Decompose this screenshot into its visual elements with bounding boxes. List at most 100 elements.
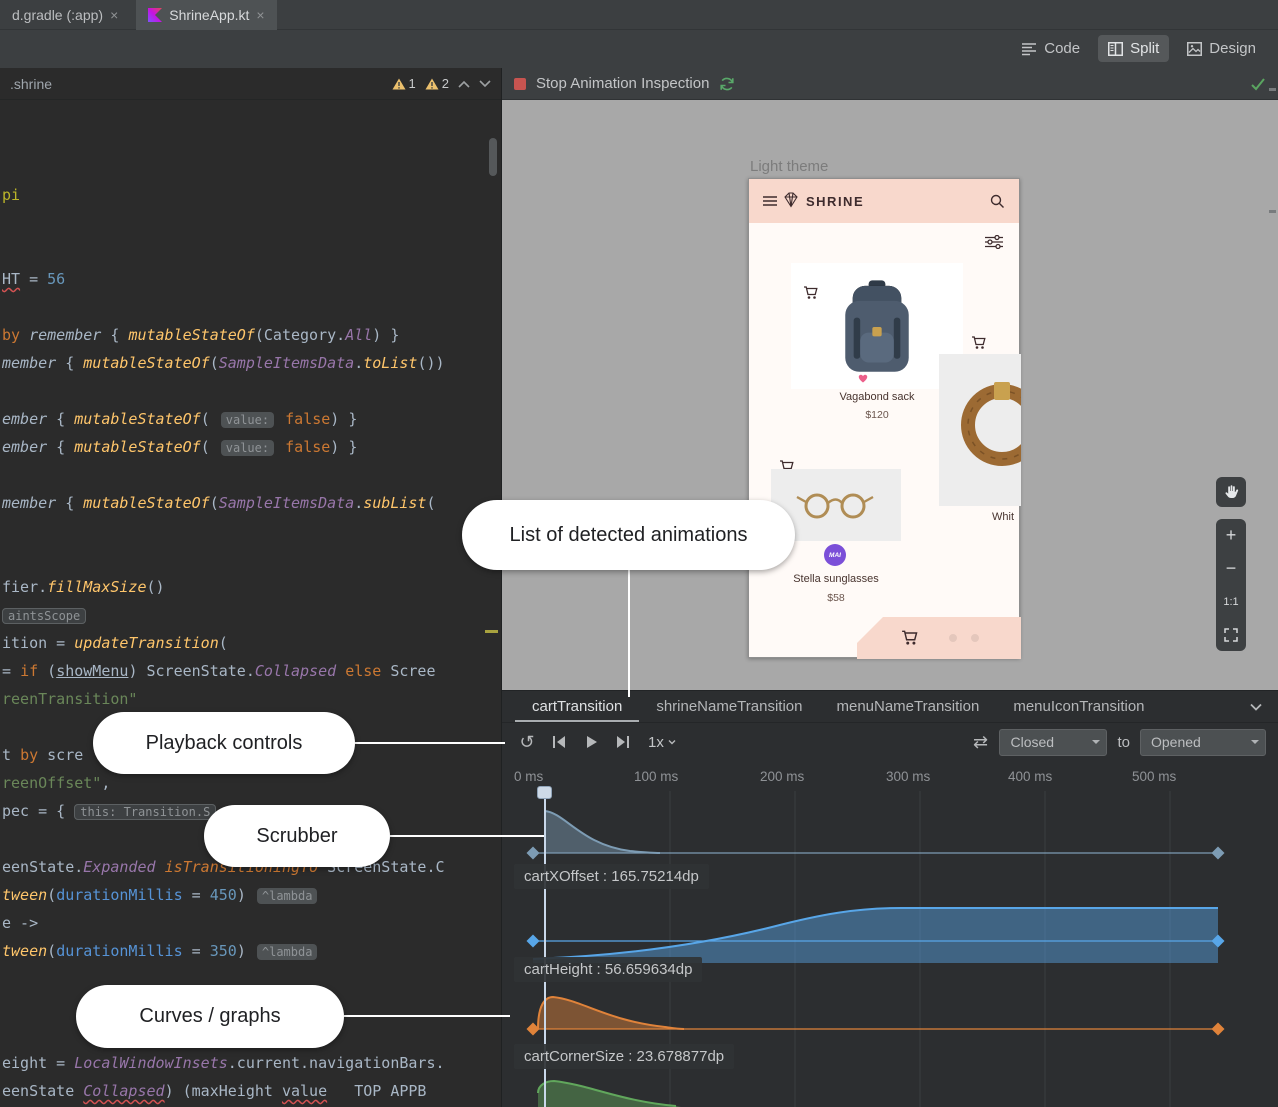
animation-preview-pane: Stop Animation Inspection Light theme SH… [502, 68, 1278, 1107]
belt-illustration [947, 370, 1021, 480]
go-to-end-button[interactable] [610, 729, 636, 755]
playback-controls: ↺ 1x ⇄ Closed [502, 723, 1278, 761]
pan-tool-button[interactable] [1216, 477, 1246, 507]
callout-connector [355, 742, 505, 744]
error-stripe-mark[interactable] [1269, 210, 1276, 213]
view-mode-split-label: Split [1130, 40, 1159, 57]
code-line: by remember { mutableStateOf(Category.Al… [2, 325, 399, 345]
shrine-brand-title: SHRINE [806, 194, 864, 209]
shrine-cart-sheet [857, 617, 1021, 659]
curve-value-label: cartCornerSize : 23.678877dp [514, 1044, 734, 1069]
view-mode-code[interactable]: Code [1011, 35, 1090, 62]
shrine-app-preview: SHRINE [748, 178, 1020, 658]
close-icon[interactable]: × [256, 8, 264, 22]
main-toolbar: Code Split Design [0, 31, 1278, 68]
code-line: ember { mutableStateOf( value: false) } [2, 409, 357, 429]
chevron-down-icon[interactable] [479, 80, 491, 88]
code-icon [1021, 42, 1037, 56]
backpack-illustration [835, 275, 919, 379]
search-icon [989, 193, 1005, 209]
editor-warning-stripe-mark[interactable] [485, 630, 498, 633]
warning-icon [392, 78, 406, 90]
dropdown-arrow-icon [1245, 736, 1265, 748]
curve-cartXOffset [527, 811, 1225, 860]
code-line: member { mutableStateOf(SampleItemsData.… [2, 353, 445, 373]
fit-screen-icon [1224, 628, 1238, 642]
editor-scrollbar-thumb[interactable] [489, 138, 497, 176]
cart-item-dot [971, 634, 979, 642]
code-line: eenState Collapsed) (maxHeight value TOP… [2, 1081, 426, 1101]
callout-connector [628, 570, 630, 697]
preview-theme-label: Light theme [750, 158, 828, 175]
timeline-tab-menuNameTransition[interactable]: menuNameTransition [819, 691, 996, 722]
curve-value-label: cartHeight : 56.659634dp [514, 957, 702, 982]
favorite-heart-icon [857, 372, 869, 384]
tabs-overflow-chevron-icon[interactable] [1250, 703, 1262, 711]
playback-speed-selector[interactable]: 1x [642, 734, 682, 751]
product-price: $58 [771, 592, 901, 604]
callout-scrubber: Scrubber [204, 805, 390, 867]
product-price: $120 [791, 409, 963, 421]
stop-animation-inspection-button[interactable]: Stop Animation Inspection [536, 75, 709, 92]
kotlin-file-icon [148, 8, 162, 22]
error-stripe-mark[interactable] [1269, 88, 1276, 91]
code-line: aintsScope [2, 605, 86, 625]
to-state-dropdown[interactable]: Opened [1140, 729, 1266, 756]
zoom-to-fit-button[interactable] [1216, 618, 1246, 651]
chevron-up-icon[interactable] [458, 80, 470, 88]
code-line: tween(durationMillis = 350) ^lambda [2, 941, 319, 961]
playback-speed-value: 1x [648, 734, 664, 751]
cart-item-dot [949, 634, 957, 642]
tab-shrineapp-label: ShrineApp.kt [169, 7, 249, 23]
code-line: HT = 56 [2, 269, 65, 289]
timeline-tab-cartTransition[interactable]: cartTransition [515, 691, 639, 722]
from-state-dropdown[interactable]: Closed [999, 729, 1107, 756]
timeline-scrubber-handle[interactable] [537, 786, 552, 799]
timeline-tab-menuIconTransition[interactable]: menuIconTransition [996, 691, 1161, 722]
play-button[interactable] [578, 729, 604, 755]
warning-badge-2[interactable]: 2 [425, 76, 449, 91]
swap-states-button[interactable]: ⇄ [967, 729, 993, 755]
animation-tabs: cartTransitionshrineNameTransitionmenuNa… [502, 691, 1278, 723]
refresh-icon[interactable] [719, 76, 735, 92]
zoom-in-button[interactable]: + [1216, 519, 1246, 552]
close-icon[interactable]: × [110, 8, 118, 22]
animation-timeline-panel: cartTransitionshrineNameTransitionmenuNa… [502, 690, 1278, 1107]
from-state-value: Closed [1000, 734, 1086, 750]
skip-to-end-icon [616, 735, 630, 749]
stop-icon [514, 78, 526, 90]
code-text-area[interactable]: pi HT = 56 by remember { mutableStateOf(Ca… [0, 100, 501, 1107]
warning-count: 2 [442, 76, 449, 91]
code-line: member { mutableStateOf(SampleItemsData.… [2, 493, 436, 513]
zoom-actual-size-button[interactable]: 1:1 [1216, 585, 1246, 618]
skip-to-start-icon [552, 735, 566, 749]
code-line: = if (showMenu) ScreenState.Collapsed el… [2, 661, 436, 681]
brand-badge: MAI [824, 544, 846, 566]
zoom-out-button[interactable]: − [1216, 552, 1246, 585]
tab-gradle[interactable]: d.gradle (:app) × [0, 0, 130, 30]
loop-playback-button[interactable]: ↺ [514, 729, 540, 755]
product-image-belt [939, 354, 1021, 506]
inspection-widget: 1 2 [392, 76, 491, 91]
product-name: Stella sunglasses [771, 573, 901, 585]
code-line: pi [2, 185, 20, 205]
editor-view-modes: Code Split Design [1011, 35, 1266, 62]
tab-shrineapp[interactable]: ShrineApp.kt × [136, 0, 276, 30]
tab-gradle-label: d.gradle (:app) [12, 7, 103, 23]
code-line: t by scre [2, 745, 83, 765]
to-state-value: Opened [1141, 734, 1245, 750]
editor-breadcrumb-bar: .shrine 1 2 [0, 68, 501, 100]
code-editor-pane[interactable]: .shrine 1 2 pi HT = 56 by remember { mutab… [0, 68, 502, 1107]
go-to-start-button[interactable] [546, 729, 572, 755]
check-icon [1250, 77, 1266, 91]
breadcrumb[interactable]: .shrine [10, 76, 52, 92]
warning-badge-1[interactable]: 1 [392, 76, 416, 91]
warning-icon [425, 78, 439, 90]
design-icon [1187, 42, 1202, 56]
curve-value-label: cartXOffset : 165.75214dp [514, 864, 709, 889]
add-to-cart-icon [803, 285, 819, 300]
view-mode-split[interactable]: Split [1098, 35, 1169, 62]
pan-hand-icon [1223, 484, 1239, 500]
timeline-tab-shrineNameTransition[interactable]: shrineNameTransition [639, 691, 819, 722]
view-mode-design[interactable]: Design [1177, 35, 1266, 62]
